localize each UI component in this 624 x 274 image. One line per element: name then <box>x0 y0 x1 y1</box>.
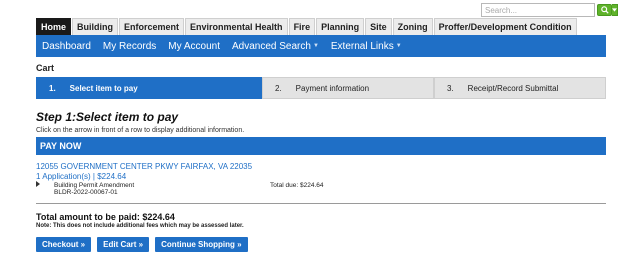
nav-dashboard-label: Dashboard <box>42 40 91 52</box>
tab-site[interactable]: Site <box>365 18 392 35</box>
address-link[interactable]: 12055 GOVERNMENT CENTER PKWY FAIRFAX, VA… <box>36 162 252 171</box>
step-label: Receipt/Record Submittal <box>467 83 559 93</box>
module-tabs: Home Building Enforcement Environmental … <box>36 18 578 35</box>
nav-my-records[interactable]: My Records <box>103 41 156 52</box>
step-payment-information: 2. Payment information <box>262 77 434 99</box>
search-icon <box>600 6 609 14</box>
nav-advanced-search-label: Advanced Search <box>231 40 311 52</box>
tab-building[interactable]: Building <box>72 18 119 35</box>
nav-my-records-label: My Records <box>102 40 157 52</box>
search-button[interactable] <box>597 4 612 16</box>
tab-proffer-development-condition[interactable]: Proffer/Development Condition <box>433 18 577 35</box>
step-select-item: 1. Select item to pay <box>36 77 262 99</box>
edit-cart-button[interactable]: Edit Cart » <box>97 237 150 252</box>
step-receipt-record-submittal: 3. Receipt/Record Submittal <box>434 77 606 99</box>
record-id: BLDR-2022-00067-01 <box>54 189 118 196</box>
record-type: Building Permit Amendment <box>54 182 135 189</box>
expand-row-arrow-icon[interactable] <box>36 181 40 187</box>
nav-my-account[interactable]: My Account <box>168 41 220 52</box>
main-navbar: Dashboard My Records My Account Advanced… <box>36 35 606 57</box>
pay-now-header: PAY NOW <box>36 137 606 155</box>
instruction-text: Click on the arrow in front of a row to … <box>36 127 245 134</box>
total-due: Total due: $224.64 <box>270 182 324 189</box>
total-amount: Total amount to be paid: $224.64 <box>36 212 175 222</box>
step-label: Select item to pay <box>69 83 138 93</box>
tab-environmental-health[interactable]: Environmental Health <box>185 18 288 35</box>
tab-zoning[interactable]: Zoning <box>392 18 433 35</box>
tab-fire[interactable]: Fire <box>288 18 316 35</box>
nav-my-account-label: My Account <box>168 40 220 52</box>
divider <box>36 203 606 204</box>
search-input[interactable] <box>481 3 595 17</box>
step-number: 1. <box>49 83 56 93</box>
continue-shopping-button[interactable]: Continue Shopping » <box>155 237 248 252</box>
fees-note: Note: This does not include additional f… <box>36 223 244 229</box>
checkout-button[interactable]: Checkout » <box>36 237 92 252</box>
page-title: Cart <box>36 63 55 73</box>
step-number: 2. <box>275 83 282 93</box>
chevron-down-icon: ▼ <box>395 43 402 49</box>
nav-advanced-search[interactable]: Advanced Search ▼ <box>232 41 319 52</box>
chevron-down-icon: ▼ <box>312 43 319 49</box>
cart-actions: Checkout » Edit Cart » Continue Shopping… <box>36 237 254 252</box>
tab-enforcement[interactable]: Enforcement <box>119 18 185 35</box>
search-options-toggle[interactable] <box>612 4 618 16</box>
chevron-down-icon <box>612 8 617 12</box>
applications-summary-link[interactable]: 1 Application(s) | $224.64 <box>36 172 126 181</box>
search-box <box>481 3 618 17</box>
tab-planning[interactable]: Planning <box>316 18 365 35</box>
step-number: 3. <box>447 83 454 93</box>
nav-external-links-label: External Links <box>330 40 394 52</box>
step-label: Payment information <box>295 83 370 93</box>
checkout-steps: 1. Select item to pay 2. Payment informa… <box>36 77 606 99</box>
tab-home[interactable]: Home <box>36 18 72 35</box>
step-heading: Step 1:Select item to pay <box>36 110 179 124</box>
nav-dashboard[interactable]: Dashboard <box>42 41 91 52</box>
nav-external-links[interactable]: External Links ▼ <box>331 41 402 52</box>
